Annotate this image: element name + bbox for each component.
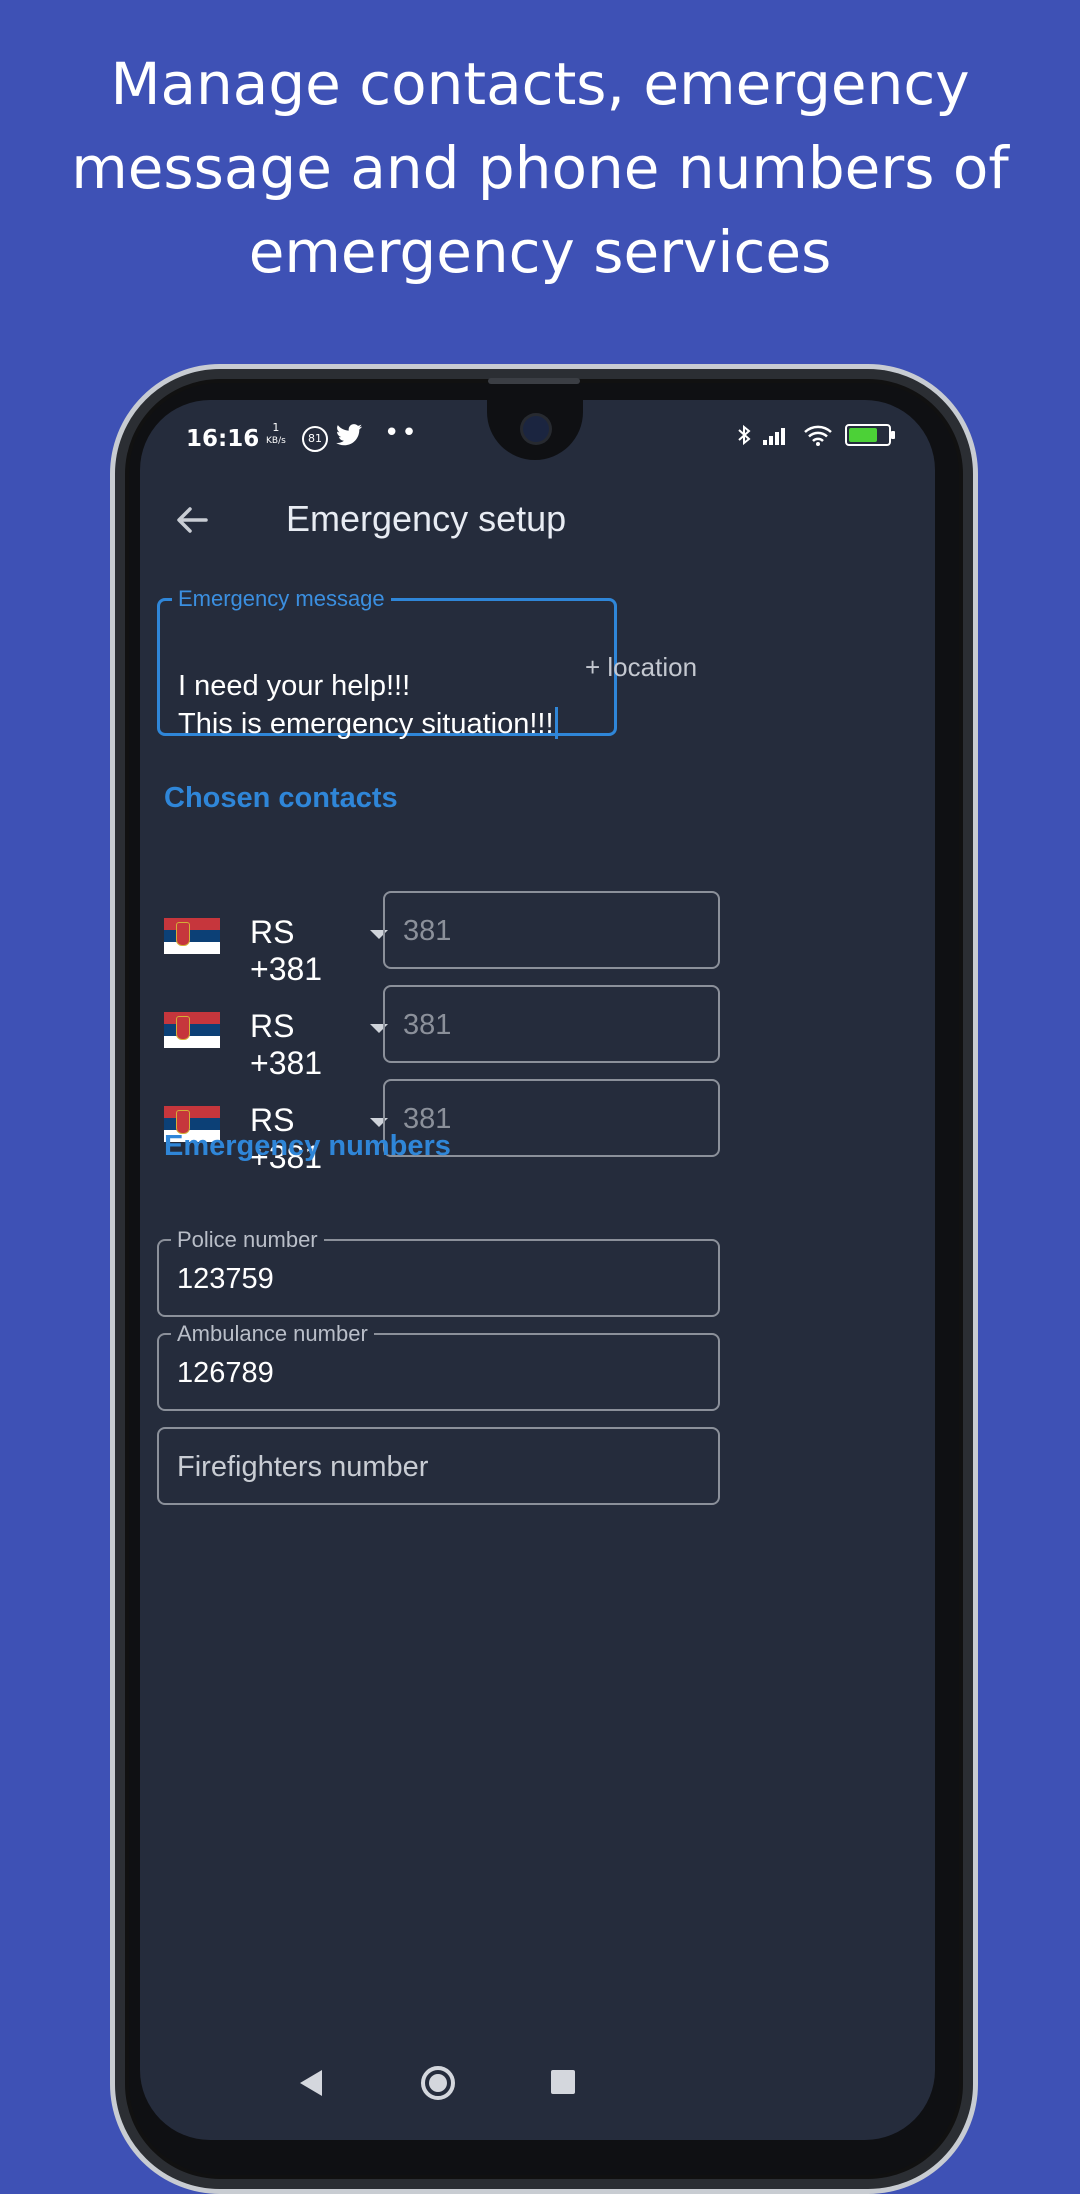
text-cursor [554,707,558,739]
add-location-button[interactable]: + location [585,652,697,683]
nav-back-icon[interactable] [300,2070,322,2096]
network-speed: 1 KB/s [266,422,286,447]
emergency-message-label: Emergency message [172,586,391,612]
twitter-icon [336,424,362,452]
back-arrow-icon[interactable] [170,498,214,542]
emergency-message-value[interactable]: I need your help!!! This is emergency si… [178,629,558,743]
police-number-field[interactable]: Police number 123759 [157,1227,720,1317]
ambulance-number-value: 126789 [177,1357,274,1389]
country-code-label: RS +381 [250,1008,323,1081]
ambulance-number-field[interactable]: Ambulance number 126789 [157,1321,720,1411]
network-speed-value: 1 [272,421,280,434]
system-nav-bar [140,2030,935,2140]
promo-headline: Manage contacts, emergency message and p… [71,50,1009,286]
battery-charging-icon [845,424,895,446]
emergency-message-field[interactable]: Emergency message I need your help!!! Th… [157,586,617,740]
ambulance-number-label: Ambulance number [171,1321,374,1347]
bluetooth-icon [738,424,751,446]
emergency-message-text: I need your help!!! This is emergency si… [178,670,554,740]
serbia-flag-icon [164,1012,220,1048]
app-bar: Emergency setup [140,480,935,570]
country-code-picker[interactable]: RS +381 [164,906,388,987]
phone-speaker [488,378,580,384]
more-dots-icon: •• [384,418,419,448]
network-speed-unit: KB/s [266,436,286,446]
country-code-picker[interactable]: RS +381 [164,1000,388,1081]
nav-recents-icon[interactable] [551,2070,575,2094]
notification-badge: 81 [302,426,328,452]
serbia-flag-icon [164,918,220,954]
chosen-contacts-heading: Chosen contacts [164,782,398,814]
status-time: 16:16 [186,426,260,452]
contact-phone-placeholder: 381 [403,1009,452,1041]
status-bar: 16:16 1 KB/s 81 •• [140,418,935,466]
police-number-value: 123759 [177,1263,274,1295]
phone-screen: 16:16 1 KB/s 81 •• Emergency setup Emerg… [140,400,935,2140]
wifi-icon [804,425,832,446]
contact-phone-field[interactable]: 381 [383,985,720,1063]
page-title: Emergency setup [286,498,567,539]
emergency-numbers-heading: Emergency numbers [164,1130,451,1162]
signal-icon [763,428,785,445]
contact-phone-placeholder: 381 [403,915,452,947]
police-number-label: Police number [171,1227,324,1253]
contact-phone-field[interactable]: 381 [383,891,720,969]
nav-home-icon[interactable] [421,2066,455,2100]
firefighters-number-field[interactable]: Firefighters number [157,1427,720,1505]
system-icons [737,424,895,446]
country-code-label: RS +381 [250,914,323,987]
firefighters-number-placeholder: Firefighters number [177,1451,429,1483]
